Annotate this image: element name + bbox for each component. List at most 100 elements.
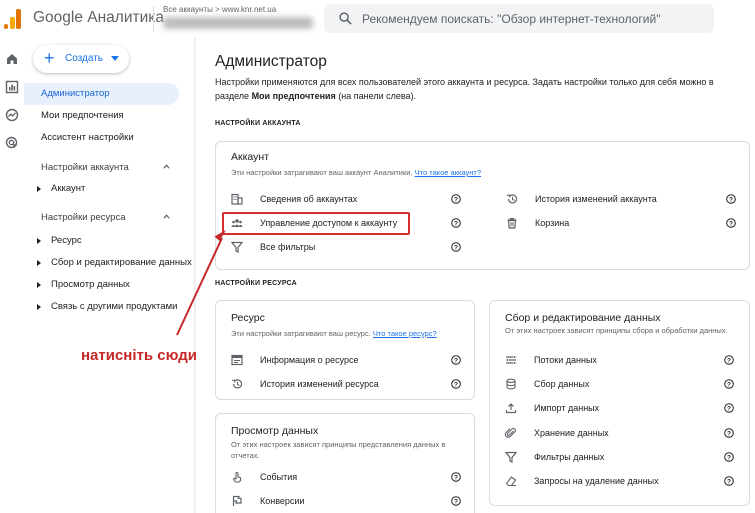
help-icon[interactable]: ? xyxy=(451,472,461,482)
data-view-card-title: Просмотр данных xyxy=(231,425,319,437)
svg-text:?: ? xyxy=(454,381,458,388)
account-change-history-row[interactable]: История изменений аккаунта xyxy=(506,191,746,207)
paperclip-icon xyxy=(505,427,516,438)
explore-icon[interactable] xyxy=(5,108,19,122)
touch-icon xyxy=(232,471,242,483)
annotation-text: натисніть сюди xyxy=(81,347,197,364)
sidebar-item-admin[interactable]: Администратор xyxy=(24,83,179,105)
help-icon[interactable]: ? xyxy=(724,428,734,438)
search-box[interactable] xyxy=(324,4,714,33)
people-icon xyxy=(231,219,243,227)
data-collection-row[interactable]: Сбор данных xyxy=(505,376,735,392)
help-icon[interactable]: ? xyxy=(451,496,461,506)
data-collection-card: Сбор и редактирование данных От этих нас… xyxy=(489,300,750,506)
row-label: Запросы на удаление данных xyxy=(534,476,659,486)
expand-arrow-icon xyxy=(37,186,41,192)
data-retention-row[interactable]: Хранение данных xyxy=(505,425,735,441)
help-icon[interactable]: ? xyxy=(451,355,461,365)
top-bar: Google Аналитика Все аккаунты > www.knr.… xyxy=(0,0,755,38)
data-import-row[interactable]: Импорт данных xyxy=(505,400,735,416)
sidebar-item-setup-assistant[interactable]: Ассистент настройки xyxy=(24,127,179,149)
data-collection-card-subtitle: От этих настроек зависят принципы сбора … xyxy=(505,326,728,335)
what-is-account-link[interactable]: Что такое аккаунт? xyxy=(415,168,481,177)
events-row[interactable]: События xyxy=(231,469,461,485)
resource-card-title: Ресурс xyxy=(231,312,265,324)
help-icon[interactable]: ? xyxy=(724,476,734,486)
row-label: Фильтры данных xyxy=(534,452,605,462)
history-icon xyxy=(231,379,243,389)
resource-card-subtitle: Эти настройки затрагивают ваш ресурс. Чт… xyxy=(231,329,437,338)
reports-icon[interactable] xyxy=(5,80,19,94)
row-label: Конверсии xyxy=(260,496,305,506)
sidebar-section-account[interactable]: Настройки аккаунта xyxy=(41,162,129,173)
analytics-logo-icon[interactable] xyxy=(4,9,22,29)
help-icon[interactable]: ? xyxy=(726,194,736,204)
intro-text: Настройки применяются для всех пользоват… xyxy=(215,77,714,101)
account-breadcrumb[interactable]: Все аккаунты > www.knr.net.ua xyxy=(163,5,276,14)
svg-text:?: ? xyxy=(727,357,731,364)
data-view-card-subtitle: От этих настроек зависят принципы предст… xyxy=(231,440,446,460)
advertising-icon[interactable] xyxy=(5,136,19,150)
sidebar-item-label: Ресурс xyxy=(51,235,82,246)
plus-icon: + xyxy=(44,48,55,68)
info-window-icon xyxy=(231,354,243,366)
streams-icon xyxy=(506,356,516,364)
sidebar-section-property[interactable]: Настройки ресурса xyxy=(41,212,126,223)
eraser-icon xyxy=(505,476,517,487)
help-icon[interactable]: ? xyxy=(724,403,734,413)
data-view-card: Просмотр данных От этих настроек зависят… xyxy=(215,413,475,513)
help-icon[interactable]: ? xyxy=(724,355,734,365)
row-label: Сбор данных xyxy=(534,379,590,389)
data-streams-row[interactable]: Потоки данных xyxy=(505,352,735,368)
help-icon[interactable]: ? xyxy=(451,242,461,252)
what-is-resource-link[interactable]: Что такое ресурс? xyxy=(373,329,437,338)
help-icon[interactable]: ? xyxy=(451,218,461,228)
chevron-up-icon[interactable] xyxy=(163,213,170,220)
row-label: Сведения об аккаунтах xyxy=(260,194,358,204)
resource-info-row[interactable]: Информация о ресурсе xyxy=(231,352,461,368)
sidebar-item-preferences[interactable]: Мои предпочтения xyxy=(24,105,179,127)
svg-text:?: ? xyxy=(727,478,731,485)
chevron-up-icon[interactable] xyxy=(163,163,170,170)
create-button-label: Создать xyxy=(65,53,104,64)
sidebar-item-property[interactable]: Ресурс xyxy=(37,235,82,246)
svg-text:?: ? xyxy=(454,196,458,203)
sidebar-item-data-collection[interactable]: Сбор и редактирование данных xyxy=(37,257,192,268)
admin-sidebar: + Создать Администратор Мои предпочтения… xyxy=(24,38,195,513)
create-button[interactable]: + Создать xyxy=(33,45,129,73)
row-label: События xyxy=(260,472,298,482)
sidebar-item-product-links[interactable]: Связь с другими продуктами xyxy=(37,301,177,312)
row-label: Хранение данных xyxy=(534,428,609,438)
sidebar-item-label: Просмотр данных xyxy=(51,279,130,290)
conversions-row[interactable]: Конверсии xyxy=(231,493,461,509)
row-label: Корзина xyxy=(535,218,570,228)
data-filters-row[interactable]: Фильтры данных xyxy=(505,449,735,465)
account-name-blurred[interactable] xyxy=(163,17,313,29)
sidebar-item-data-display[interactable]: Просмотр данных xyxy=(37,279,130,290)
trash-row[interactable]: Корзина xyxy=(506,215,746,231)
row-label: Информация о ресурсе xyxy=(260,355,359,365)
data-collection-card-title: Сбор и редактирование данных xyxy=(505,312,661,324)
help-icon[interactable]: ? xyxy=(724,452,734,462)
database-icon xyxy=(506,378,516,390)
help-icon[interactable]: ? xyxy=(726,218,736,228)
sidebar-item-label: Сбор и редактирование данных xyxy=(51,257,192,268)
trash-icon xyxy=(507,218,517,229)
svg-text:?: ? xyxy=(729,220,733,227)
row-label: Потоки данных xyxy=(534,355,597,365)
expand-arrow-icon xyxy=(37,282,41,288)
row-label: История изменений ресурса xyxy=(260,379,379,389)
search-input[interactable] xyxy=(362,4,702,33)
help-icon[interactable]: ? xyxy=(451,379,461,389)
data-deletion-requests-row[interactable]: Запросы на удаление данных xyxy=(505,473,735,489)
svg-text:?: ? xyxy=(727,381,731,388)
sidebar-item-account[interactable]: Аккаунт xyxy=(37,183,85,194)
help-icon[interactable]: ? xyxy=(724,379,734,389)
help-icon[interactable]: ? xyxy=(451,194,461,204)
account-settings-heading: НАСТРОЙКИ АККАУНТА xyxy=(215,120,301,127)
all-filters-row[interactable]: Все фильтры xyxy=(231,239,471,255)
home-icon[interactable] xyxy=(5,52,19,66)
account-access-management-row[interactable]: Управление доступом к аккаунту xyxy=(231,215,471,231)
account-details-row[interactable]: Сведения об аккаунтах xyxy=(231,191,471,207)
resource-change-history-row[interactable]: История изменений ресурса xyxy=(231,376,461,392)
